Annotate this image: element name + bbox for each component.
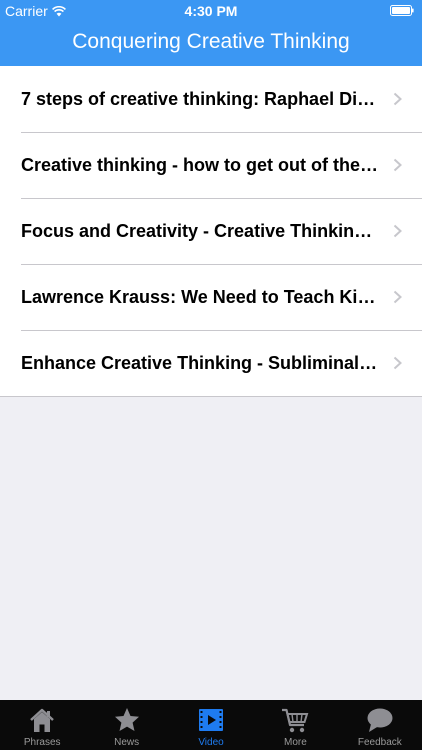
list-item[interactable]: Lawrence Krauss: We Need to Teach Kids C… [0,264,422,330]
list-item-title: Enhance Creative Thinking - Subliminal M… [21,352,378,373]
status-bar: Carrier 4:30 PM [0,0,422,22]
tab-feedback-label: Feedback [357,737,402,748]
video-icon [199,709,224,731]
battery-icon [390,5,414,16]
tab-feedback[interactable]: Feedback [338,700,422,750]
tab-more[interactable]: More [253,700,337,750]
list-item[interactable]: Creative thinking - how to get out of th… [0,132,422,198]
home-icon [30,708,55,732]
navigation-header: Carrier 4:30 PM Conquering Creative Thin… [0,0,422,66]
cart-icon [282,708,309,733]
chevron-right-icon [393,290,402,304]
tab-news[interactable]: News [84,700,168,750]
list-item-title: Lawrence Krauss: We Need to Teach Kids C… [21,286,378,307]
chevron-right-icon [393,224,402,238]
video-list: 7 steps of creative thinking: Raphael Di… [0,66,422,397]
tab-news-label: News [114,737,140,748]
star-icon [114,708,139,731]
tab-more-label: More [284,737,307,748]
list-item[interactable]: Focus and Creativity - Creative Thinking… [0,198,422,264]
status-time: 4:30 PM [184,3,238,19]
tab-video-label: Video [198,737,224,748]
tab-bar: Phrases News Video More Feedback [0,700,422,750]
list-item[interactable]: Enhance Creative Thinking - Subliminal M… [0,330,422,396]
chevron-right-icon [393,158,402,172]
list-item-title: Focus and Creativity - Creative Thinking… [21,220,378,241]
chevron-right-icon [393,356,402,370]
list-item[interactable]: 7 steps of creative thinking: Raphael Di… [0,66,422,132]
speech-bubble-icon [367,708,393,732]
list-item-title: Creative thinking - how to get out of th… [21,154,378,175]
tab-video[interactable]: Video [169,700,253,750]
list-item-title: 7 steps of creative thinking: Raphael Di… [21,88,378,109]
page-title: Conquering Creative Thinking [72,30,350,53]
tab-phrases-label: Phrases [23,737,61,748]
tab-phrases[interactable]: Phrases [0,700,84,750]
chevron-right-icon [393,92,402,106]
